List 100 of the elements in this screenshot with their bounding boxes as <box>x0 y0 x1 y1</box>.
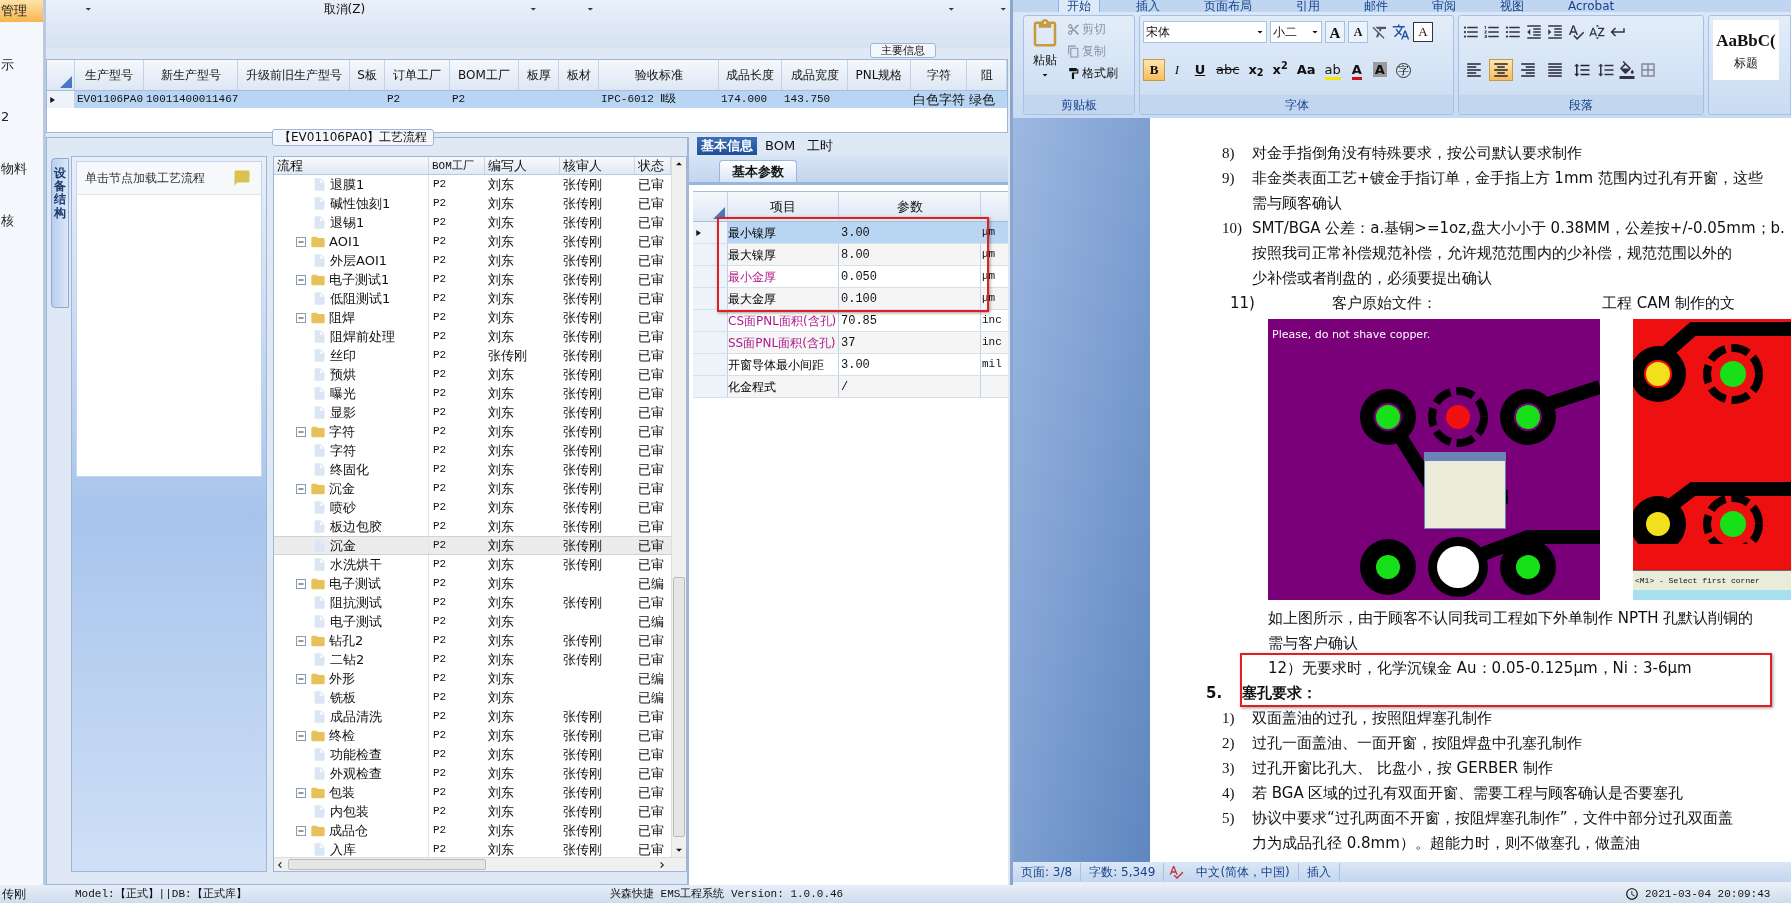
tree-row[interactable]: 阻焊 P2 刘东 张传刚 已审 <box>274 308 671 327</box>
column-header[interactable]: 板材 <box>559 60 599 90</box>
side-tab[interactable]: 设备结构 <box>51 158 69 308</box>
status-item[interactable]: 字数: 5,349 <box>1081 863 1165 881</box>
cancel-menu-item[interactable]: 取消(Z) <box>323 2 366 16</box>
tree-row[interactable]: 字符 P2 刘东 张传刚 已审 <box>274 441 671 460</box>
collapse-icon[interactable] <box>296 673 306 684</box>
sort-icon[interactable] <box>1588 23 1606 41</box>
font-size-field[interactable]: 小二 <box>1270 21 1322 43</box>
ribbon-tab[interactable]: 引用 <box>1288 0 1328 12</box>
format-button[interactable]: x$^{2}$ <box>1268 59 1292 81</box>
status-item[interactable]: 插入 <box>1298 863 1340 881</box>
paste-button[interactable]: 粘贴 <box>1027 19 1063 83</box>
format-button[interactable]: 字 <box>1391 59 1415 81</box>
tree-row[interactable]: 成品清洗 P2 刘东 张传刚 已审 <box>274 707 671 726</box>
tree-row[interactable]: 钻孔2 P2 刘东 张传刚 已审 <box>274 631 671 650</box>
collapse-icon[interactable] <box>296 825 306 836</box>
collapse-icon[interactable] <box>296 274 306 285</box>
tree-row[interactable]: 终固化 P2 刘东 张传刚 已审 <box>274 460 671 479</box>
collapse-icon[interactable] <box>296 483 306 494</box>
status-item[interactable]: 页面: 3/8 <box>1013 863 1082 881</box>
tree-row[interactable]: 铣板 P2 刘东 已编 <box>274 688 671 707</box>
sidebar-item[interactable]: 管理 <box>0 0 43 22</box>
tree-row[interactable]: 曝光 P2 刘东 张传刚 已审 <box>274 384 671 403</box>
status-item[interactable]: 中文(简体，中国) <box>1188 863 1299 881</box>
tab[interactable]: BOM <box>761 137 800 155</box>
tree-row[interactable]: 显影 P2 刘东 张传刚 已审 <box>274 403 671 422</box>
tree-row[interactable]: 低阻测试1 P2 刘东 张传刚 已审 <box>274 289 671 308</box>
sidebar-item[interactable]: 核 <box>0 212 43 230</box>
collapse-icon[interactable] <box>296 236 306 247</box>
format-button[interactable]: A <box>1345 59 1368 81</box>
proofing-icon[interactable] <box>1168 864 1185 880</box>
horizontal-scrollbar[interactable] <box>274 857 686 871</box>
ribbon-tab[interactable]: 视图 <box>1492 0 1532 12</box>
tree-row[interactable]: 沉金 P2 刘东 张传刚 已审 <box>274 536 671 555</box>
collapse-icon[interactable] <box>296 787 306 798</box>
style-item[interactable]: AaBbC( 标题 <box>1713 20 1779 80</box>
tree-row[interactable]: 电子测试 P2 刘东 已编 <box>274 574 671 593</box>
shading-icon[interactable] <box>1618 61 1636 79</box>
column-header[interactable]: BOM工厂 <box>429 157 485 174</box>
tree-row[interactable]: 退膜1 P2 刘东 张传刚 已审 <box>274 175 671 194</box>
column-header[interactable]: 核审人 <box>560 157 635 174</box>
column-header[interactable]: 升级前旧生产型号 <box>238 60 350 90</box>
format-button[interactable]: B <box>1143 59 1165 81</box>
ribbon-tab[interactable]: 页面布局 <box>1196 0 1260 12</box>
tree-row[interactable]: 成品仓 P2 刘东 张传刚 已审 <box>274 821 671 840</box>
column-header[interactable]: BOM工厂 <box>450 60 519 90</box>
tree-row[interactable]: 二钻2 P2 刘东 张传刚 已审 <box>274 650 671 669</box>
scroll-thumb[interactable] <box>673 577 685 837</box>
column-header[interactable]: 字符 <box>911 60 967 90</box>
column-header[interactable]: 参数 <box>839 192 981 221</box>
tree-row[interactable]: 喷砂 P2 刘东 张传刚 已审 <box>274 498 671 517</box>
tree-row[interactable]: 外层AOI1 P2 刘东 张传刚 已审 <box>274 251 671 270</box>
tree-row[interactable]: 阻抗测试 P2 刘东 张传刚 已审 <box>274 593 671 612</box>
tree-row[interactable]: AOI1 P2 刘东 张传刚 已审 <box>274 232 671 251</box>
grow-font-button[interactable]: A <box>1325 21 1345 43</box>
tree-row[interactable]: 碱性蚀刻1 P2 刘东 张传刚 已审 <box>274 194 671 213</box>
column-header[interactable]: 成品宽度 <box>782 60 848 90</box>
tree-row[interactable]: 电子测试 P2 刘东 已编 <box>274 612 671 631</box>
collapse-icon[interactable] <box>296 312 306 323</box>
sidebar-item[interactable]: 示 <box>0 56 43 74</box>
collapse-icon[interactable] <box>296 578 306 589</box>
tree-row[interactable]: 外观检查 P2 刘东 张传刚 已审 <box>274 764 671 783</box>
tree-row[interactable]: 字符 P2 刘东 张传刚 已审 <box>274 422 671 441</box>
sidebar-item[interactable]: 物料 <box>0 160 43 178</box>
clipboard-action[interactable]: 格式刷 <box>1067 63 1118 83</box>
tree-row[interactable]: 丝印 P2 张传刚 张传刚 已审 <box>274 346 671 365</box>
column-header[interactable]: 编写人 <box>485 157 560 174</box>
tree-row[interactable]: 包装 P2 刘东 张传刚 已审 <box>274 783 671 802</box>
tab[interactable]: 基本信息 <box>697 137 757 155</box>
format-button[interactable]: A <box>1368 59 1391 81</box>
column-header[interactable]: 新生产型号 <box>144 60 238 90</box>
align-button[interactable] <box>1489 59 1513 81</box>
table-row[interactable]: CS面PNL面积(含孔) 70.85 inc <box>693 310 1008 332</box>
column-header[interactable]: 成品长度 <box>719 60 782 90</box>
ribbon-tab[interactable]: 审阅 <box>1424 0 1464 12</box>
column-header[interactable]: 阻 <box>967 60 1007 90</box>
format-button[interactable]: U <box>1189 59 1211 81</box>
ribbon-tab[interactable]: 开始 <box>1058 0 1100 12</box>
format-button[interactable]: Aa <box>1292 59 1320 81</box>
font-family-field[interactable]: 宋体 <box>1143 21 1267 43</box>
table-row[interactable]: 化金程式 / <box>693 376 1008 398</box>
format-button[interactable]: ab <box>1320 59 1345 81</box>
table-row[interactable]: EV01106PA0 10011400011467 P2 P2 IPC-6012 Ⅱ级 174.000 143.750 白色字符 绿色 <box>47 91 1007 108</box>
vertical-scrollbar[interactable] <box>671 157 686 857</box>
tree-row[interactable]: 预烘 P2 刘东 张传刚 已审 <box>274 365 671 384</box>
format-button[interactable]: abc <box>1212 59 1244 81</box>
column-header[interactable]: 项目 <box>728 192 839 221</box>
decrease-indent-icon[interactable] <box>1525 23 1543 41</box>
tree-row[interactable]: 外形 P2 刘东 已编 <box>274 669 671 688</box>
increase-indent-icon[interactable] <box>1546 23 1564 41</box>
column-header[interactable]: 流程 <box>274 157 429 174</box>
tree-row[interactable]: 阻焊前处理 P2 刘东 张传刚 已审 <box>274 327 671 346</box>
tree-row[interactable]: 内包装 P2 刘东 张传刚 已审 <box>274 802 671 821</box>
shrink-font-button[interactable]: A <box>1348 21 1368 43</box>
tree-row[interactable]: 退锡1 P2 刘东 张传刚 已审 <box>274 213 671 232</box>
column-header[interactable]: PNL规格 <box>848 60 911 90</box>
table-row[interactable]: 开窗导体最小间距 3.00 mil <box>693 354 1008 376</box>
tree-row[interactable]: 终检 P2 刘东 张传刚 已审 <box>274 726 671 745</box>
tab[interactable]: 工时 <box>803 137 838 155</box>
